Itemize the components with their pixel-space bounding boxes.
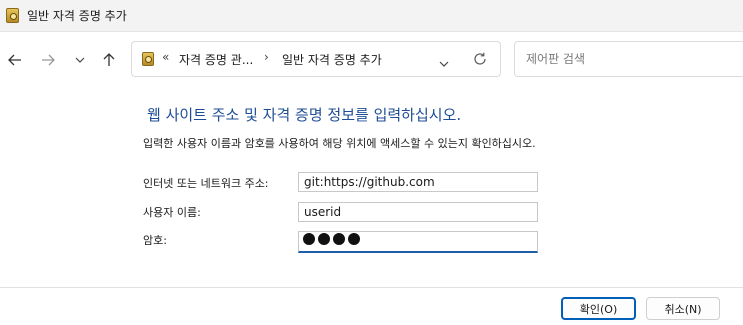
refresh-button[interactable] [473,51,487,70]
address-bar[interactable]: « 자격 증명 관... › 일반 자격 증명 추가 [131,41,501,77]
password-mask [303,233,360,245]
chevron-down-icon [439,61,449,67]
arrow-left-icon [8,54,21,66]
arrow-up-icon [103,53,115,66]
forward-button[interactable] [34,46,62,74]
password-mask-dot [303,233,315,245]
chevron-down-icon [75,57,85,63]
refresh-icon [474,52,486,65]
address-history-button[interactable] [439,52,449,71]
breadcrumb-credential-manager[interactable]: 자격 증명 관... [179,51,253,68]
username-field[interactable] [298,202,538,222]
breadcrumb-separator[interactable]: › [264,50,269,64]
breadcrumb-current-page[interactable]: 일반 자격 증명 추가 [282,51,382,68]
window-title: 일반 자격 증명 추가 [27,9,127,23]
arrow-right-icon [42,54,55,66]
form-heading: 웹 사이트 주소 및 자격 증명 정보를 입력하십시오. [147,106,462,124]
network-address-field[interactable] [298,172,538,192]
username-label: 사용자 이름: [143,206,201,219]
credential-manager-icon [142,52,154,66]
recent-locations-button[interactable] [66,46,94,74]
up-button[interactable] [95,46,123,74]
form-description: 입력한 사용자 이름과 암호를 사용하여 해당 위치에 액세스할 수 있는지 확… [143,137,536,150]
footer-divider [0,287,743,288]
password-mask-dot [348,233,360,245]
address-label: 인터넷 또는 네트워크 주소: [143,177,269,190]
password-mask-dot [333,233,345,245]
breadcrumb-overflow[interactable]: « [162,50,169,64]
title-bar: 일반 자격 증명 추가 [0,0,743,32]
ok-button[interactable]: 확인(O) [561,297,636,320]
cancel-button[interactable]: 취소(N) [646,297,720,320]
credential-manager-icon [6,8,19,23]
search-input[interactable] [514,41,743,77]
password-label: 암호: [143,234,167,247]
password-mask-dot [318,233,330,245]
back-button[interactable] [1,46,29,74]
